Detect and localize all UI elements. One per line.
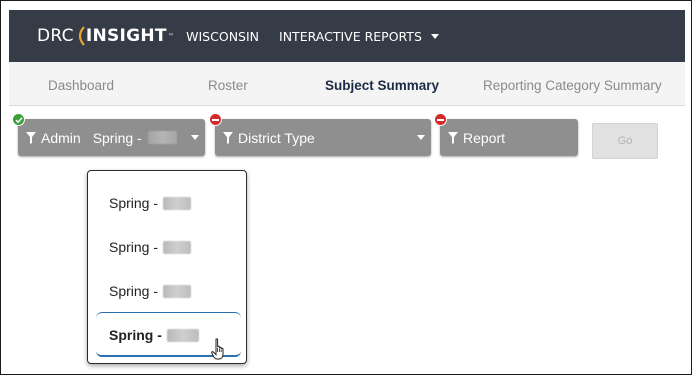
funnel-icon (448, 131, 458, 144)
admin-option[interactable]: Spring - (109, 283, 192, 299)
admin-option-label: Spring - (109, 195, 159, 211)
district-type-filter-label: District Type (238, 129, 315, 146)
interactive-reports-menu[interactable]: INTERACTIVE REPORTS (279, 29, 439, 44)
admin-option-label: Spring - (109, 283, 159, 299)
admin-filter-value: Spring - (92, 129, 142, 146)
logo-arc-icon (75, 26, 85, 46)
admin-option-label: Spring - (109, 327, 162, 343)
funnel-icon (26, 131, 36, 144)
redacted-year (166, 328, 199, 342)
go-button[interactable]: Go (592, 123, 658, 159)
redacted-year (147, 131, 177, 144)
admin-option[interactable]: Spring - (109, 239, 192, 255)
filter-bar: Admin Spring - District Type Report Go S… (9, 107, 685, 374)
district-type-filter-dropdown[interactable]: District Type (209, 113, 431, 156)
drc-insight-logo[interactable]: DRC INSIGHT ™ (37, 26, 174, 46)
redacted-year (163, 196, 192, 210)
app-window: DRC INSIGHT ™ WISCONSIN INTERACTIVE REPO… (0, 0, 692, 375)
minus-badge-icon (209, 113, 222, 126)
logo-trademark: ™ (167, 32, 175, 40)
admin-options-list: Spring - Spring - Spring - Spring - (87, 170, 247, 364)
report-filter-dropdown[interactable]: Report (434, 113, 578, 156)
logo-insight-text: INSIGHT (85, 26, 167, 46)
tab-roster[interactable]: Roster (208, 62, 248, 106)
minus-badge-icon (434, 113, 447, 126)
redacted-year (163, 284, 192, 298)
check-badge-icon (12, 113, 25, 126)
report-tabs: Dashboard Roster Subject Summary Reporti… (9, 62, 685, 106)
admin-filter-label: Admin (41, 129, 81, 146)
chevron-down-icon (417, 135, 425, 140)
report-filter-label: Report (463, 129, 506, 146)
caret-down-icon (430, 33, 439, 39)
tab-reporting-category-summary[interactable]: Reporting Category Summary (483, 62, 662, 106)
admin-option[interactable]: Spring - (109, 195, 192, 211)
top-header: DRC INSIGHT ™ WISCONSIN INTERACTIVE REPO… (9, 10, 685, 62)
interactive-reports-label: INTERACTIVE REPORTS (279, 28, 422, 44)
hand-pointer-icon (211, 338, 224, 360)
admin-filter-dropdown[interactable]: Admin Spring - (12, 113, 205, 156)
state-label: WISCONSIN (186, 28, 260, 44)
logo-drc-text: DRC (37, 26, 74, 46)
tab-dashboard[interactable]: Dashboard (48, 62, 114, 106)
redacted-year (163, 240, 192, 254)
admin-option-hovered[interactable]: Spring - (109, 327, 199, 343)
admin-option-label: Spring - (109, 239, 159, 255)
funnel-icon (223, 131, 233, 144)
tab-subject-summary[interactable]: Subject Summary (325, 62, 439, 106)
chevron-down-icon (191, 135, 199, 140)
